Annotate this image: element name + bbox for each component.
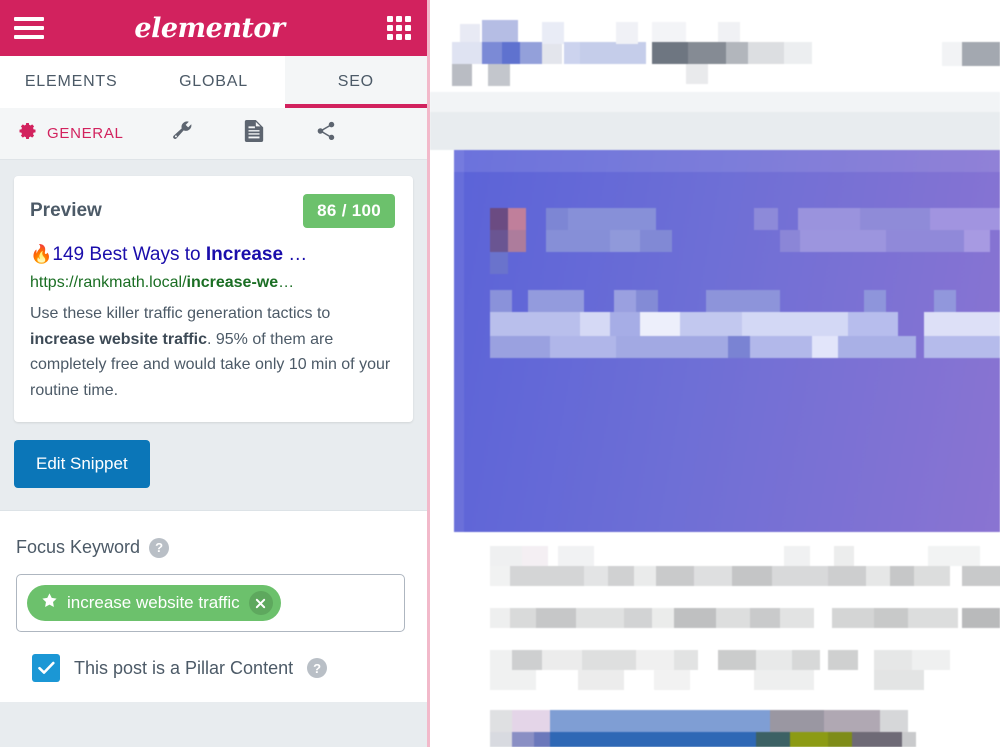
subtab-schema[interactable] <box>218 108 290 159</box>
tab-seo[interactable]: SEO <box>284 56 428 108</box>
keyword-tag: increase website traffic <box>27 585 281 622</box>
hamburger-icon[interactable] <box>14 17 44 39</box>
star-icon <box>41 592 58 614</box>
edit-snippet-section: Edit Snippet <box>0 422 427 510</box>
preview-section: Preview 86 / 100 🔥149 Best Ways to Incre… <box>0 160 427 423</box>
snippet-title-ellipsis: … <box>283 244 308 265</box>
subtab-advanced[interactable] <box>146 108 218 159</box>
snippet-desc-bold: increase website traffic <box>30 330 207 348</box>
focus-keyword-input[interactable]: increase website traffic <box>16 574 405 633</box>
snippet-url-ellipsis: … <box>278 273 295 291</box>
focus-keyword-label: Focus Keyword <box>16 537 141 558</box>
keyword-tag-label: increase website traffic <box>67 593 240 613</box>
share-icon <box>315 120 337 147</box>
snippet-title-plain: 149 Best Ways to <box>52 244 206 265</box>
subtab-general[interactable]: GENERAL <box>0 108 146 159</box>
help-icon[interactable]: ? <box>149 537 170 558</box>
page-preview-canvas[interactable] <box>430 0 1000 747</box>
pillar-content-checkbox[interactable] <box>32 654 60 683</box>
fire-icon: 🔥 <box>30 244 53 264</box>
preview-hero-section <box>454 150 1000 532</box>
close-icon[interactable] <box>248 591 273 616</box>
seo-panel-body: Preview 86 / 100 🔥149 Best Ways to Incre… <box>0 160 427 747</box>
snippet-url: https://rankmath.local/increase-we… <box>30 274 395 292</box>
seo-score-badge: 86 / 100 <box>303 194 395 228</box>
brand-header: elementor <box>0 0 427 56</box>
seo-sidebar-panel: elementor ELEMENTS GLOBAL SEO GENERAL Pr… <box>0 0 430 747</box>
subtab-social[interactable] <box>290 108 362 159</box>
snippet-title-bold: Increase <box>205 244 284 265</box>
elementor-editor: elementor ELEMENTS GLOBAL SEO GENERAL Pr… <box>0 0 1000 747</box>
help-icon[interactable]: ? <box>307 658 328 679</box>
seo-subtabs: GENERAL <box>0 108 427 160</box>
pillar-content-label: This post is a Pillar Content <box>74 657 294 678</box>
page-title: Preview <box>30 200 102 221</box>
edit-snippet-button[interactable]: Edit Snippet <box>14 440 150 489</box>
snippet-title[interactable]: 🔥149 Best Ways to Increase … <box>30 242 395 268</box>
gear-icon <box>18 121 38 146</box>
preview-spacer <box>430 112 1000 150</box>
snippet-desc-part1: Use these killer traffic generation tact… <box>30 304 331 322</box>
pillar-content-row: This post is a Pillar Content ? <box>16 632 405 683</box>
document-icon <box>244 120 264 147</box>
snippet-description: Use these killer traffic generation tact… <box>30 301 395 405</box>
tab-global[interactable]: GLOBAL <box>142 56 285 108</box>
snippet-url-base: https://rankmath.local/ <box>30 273 187 291</box>
tab-elements[interactable]: ELEMENTS <box>0 56 143 108</box>
preview-subheader <box>430 92 1000 112</box>
preview-body-content <box>454 532 1000 747</box>
subtab-general-label: GENERAL <box>47 125 124 142</box>
focus-keyword-section: Focus Keyword ? increase website traffic <box>0 510 427 703</box>
focus-keyword-label-row: Focus Keyword ? <box>16 537 405 558</box>
elementor-logo: elementor <box>134 12 285 44</box>
grid-icon[interactable] <box>386 16 411 40</box>
snippet-preview-card: Preview 86 / 100 🔥149 Best Ways to Incre… <box>14 176 413 423</box>
wrench-icon <box>171 120 193 147</box>
panel-tabs: ELEMENTS GLOBAL SEO <box>0 56 428 108</box>
preview-card-header: Preview 86 / 100 <box>30 194 395 228</box>
snippet-url-slug: increase-we <box>186 273 279 291</box>
